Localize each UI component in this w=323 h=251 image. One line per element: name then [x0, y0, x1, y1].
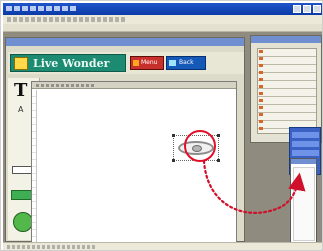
drag-arrow: [202, 159, 306, 214]
application-window: Live Wonder Menu Back T A: [0, 0, 323, 251]
